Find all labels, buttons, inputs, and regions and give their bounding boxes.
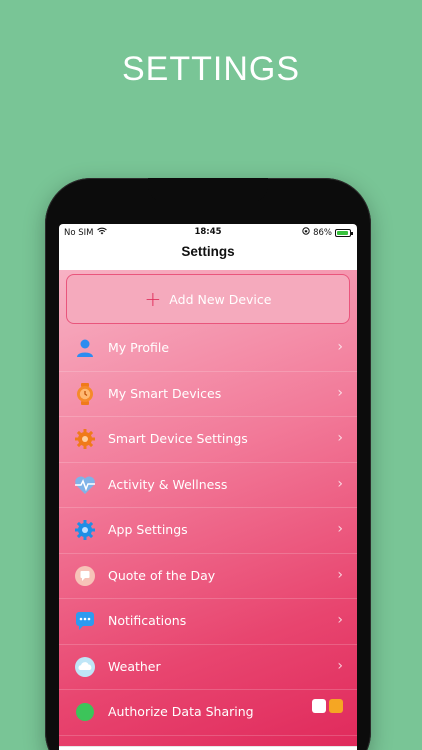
battery-icon	[335, 228, 353, 237]
menu-item-smart-device-settings[interactable]: Smart Device Settings ›	[59, 417, 357, 463]
profile-icon	[74, 337, 96, 359]
menu-item-label: Authorize Data Sharing	[108, 704, 254, 719]
menu-item-label: Activity & Wellness	[108, 476, 228, 492]
promo-headline: SETTINGS	[121, 50, 301, 88]
chevron-right-icon: ›	[337, 521, 343, 537]
chevron-right-icon: ›	[337, 566, 343, 583]
status-bar: No SIM 18:45 86%	[59, 224, 357, 240]
settings-content: + Add New Device My Profile › My Smart D…	[59, 270, 357, 746]
health-app-icon	[312, 699, 326, 713]
menu-item-label: My Profile	[108, 340, 170, 355]
battery-percent: 86%	[313, 227, 332, 238]
chevron-right-icon: ›	[337, 475, 343, 492]
quote-icon	[74, 565, 96, 587]
app-screen: No SIM 18:45 86% Settings + Add New Devi…	[59, 224, 357, 750]
menu-item-authorize-data-sharing[interactable]: Authorize Data Sharing	[59, 690, 357, 736]
device-gear-icon	[74, 428, 96, 450]
plus-icon: +	[144, 287, 162, 311]
fitness-app-icon	[329, 699, 343, 713]
menu-item-label: My Smart Devices	[108, 385, 222, 401]
orientation-lock-icon	[302, 227, 310, 238]
add-device-label: Add New Device	[169, 291, 272, 307]
phone-notch	[148, 178, 268, 202]
chevron-right-icon: ›	[337, 657, 343, 674]
menu-item-label: Smart Device Settings	[108, 431, 248, 446]
heart-pulse-icon	[74, 474, 96, 496]
menu-item-my-smart-devices[interactable]: My Smart Devices ›	[59, 372, 357, 417]
menu-item-notifications[interactable]: Notifications ›	[59, 599, 357, 645]
menu-item-label: App Settings	[108, 522, 188, 537]
data-sharing-badges	[312, 699, 343, 713]
menu-item-weather[interactable]: Weather ›	[59, 645, 357, 690]
menu-item-quote-of-the-day[interactable]: Quote of the Day ›	[59, 554, 357, 599]
gear-icon	[74, 519, 96, 541]
menu-item-app-settings[interactable]: App Settings ›	[59, 508, 357, 554]
share-icon	[74, 701, 96, 723]
chevron-right-icon: ›	[337, 612, 343, 628]
smartwatch-icon	[74, 382, 96, 405]
menu-item-activity-wellness[interactable]: Activity & Wellness ›	[59, 463, 357, 508]
phone-frame: No SIM 18:45 86% Settings + Add New Devi…	[45, 178, 371, 750]
menu-item-label: Notifications	[108, 613, 187, 628]
chevron-right-icon: ›	[337, 339, 343, 355]
tab-bar	[59, 746, 357, 750]
menu-item-my-profile[interactable]: My Profile ›	[59, 326, 357, 372]
chevron-right-icon: ›	[337, 430, 343, 446]
page-title: Settings	[181, 244, 235, 259]
add-device-button[interactable]: + Add New Device	[66, 274, 350, 324]
chat-bubble-icon	[74, 610, 96, 632]
menu-item-label: Quote of the Day	[108, 567, 216, 583]
cloud-icon	[74, 656, 96, 678]
settings-menu: My Profile › My Smart Devices › Smart De…	[59, 326, 357, 736]
menu-item-label: Weather	[108, 658, 161, 674]
chevron-right-icon: ›	[337, 384, 343, 401]
